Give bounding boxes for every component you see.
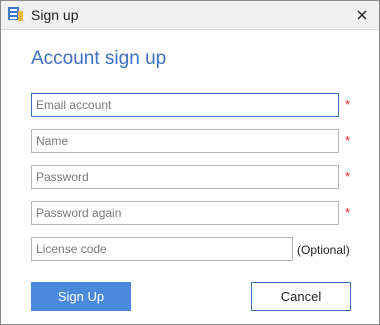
cancel-button[interactable]: Cancel <box>251 282 351 311</box>
required-marker: * <box>345 133 351 148</box>
required-marker: * <box>345 205 351 220</box>
signup-dialog: Sign up Account sign up * * * * (Optiona… <box>0 0 380 325</box>
page-title: Account sign up <box>31 48 167 69</box>
password-field[interactable] <box>31 165 339 189</box>
window-title: Sign up <box>31 7 79 23</box>
title-bar[interactable]: Sign up <box>1 1 379 30</box>
required-marker: * <box>345 169 351 184</box>
password-again-field[interactable] <box>31 201 339 225</box>
sign-up-button[interactable]: Sign Up <box>31 282 131 311</box>
license-code-field[interactable] <box>31 237 293 261</box>
optional-label: (Optional) <box>297 243 350 257</box>
close-button[interactable] <box>349 3 375 27</box>
required-marker: * <box>345 97 351 112</box>
app-logo-icon <box>8 7 23 21</box>
name-field[interactable] <box>31 129 339 153</box>
email-field[interactable] <box>31 93 339 117</box>
close-icon <box>357 10 367 20</box>
